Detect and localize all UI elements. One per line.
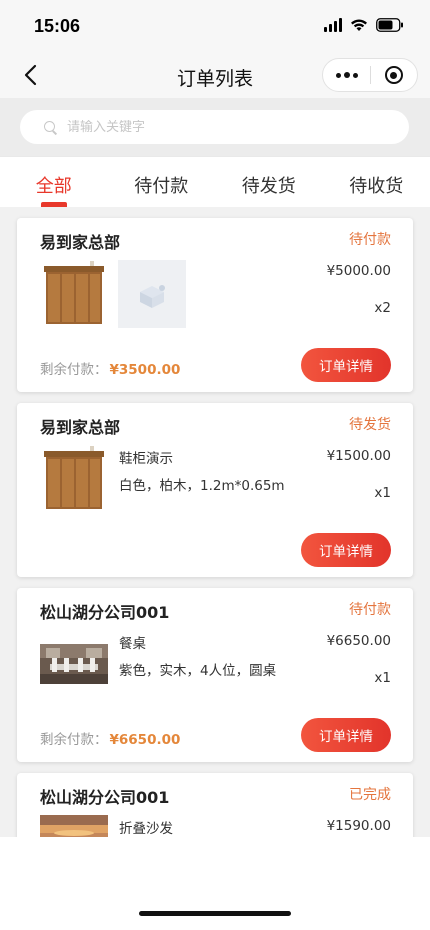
- search-bar: [0, 98, 430, 156]
- order-price: ¥6650.00: [326, 633, 391, 649]
- product-thumbnail[interactable]: [118, 260, 186, 328]
- order-card[interactable]: 松山湖分公司001 已完成 折叠沙发 ¥1590.00: [17, 773, 413, 837]
- tab-label: 待发货: [241, 176, 296, 197]
- order-card[interactable]: 松山湖分公司001 待付款 餐桌 紫色，实木，4人位，圆桌 ¥6650.00 x…: [17, 588, 413, 762]
- dot-icon: [335, 72, 341, 78]
- status-time: 15:06: [34, 16, 81, 36]
- bottom-safe-area: [0, 837, 430, 930]
- sunset-photo-image: [40, 815, 108, 837]
- product-name: 鞋柜演示: [119, 451, 173, 467]
- store-name: 易到家总部: [40, 233, 121, 252]
- order-detail-button[interactable]: 订单详情: [301, 348, 391, 382]
- close-mini-program-button[interactable]: [371, 59, 417, 91]
- dot-icon: [343, 72, 350, 78]
- placeholder-image: [118, 260, 186, 328]
- dining-room-image: [40, 644, 108, 684]
- tab-pending-payment[interactable]: 待付款: [108, 157, 216, 207]
- store-name: 松山湖分公司001: [40, 788, 170, 807]
- remaining-label: 剩余付款：: [40, 362, 108, 378]
- tab-label: 待付款: [134, 176, 189, 197]
- search-input[interactable]: [67, 119, 367, 135]
- store-name: 易到家总部: [40, 418, 121, 437]
- order-quantity: x2: [374, 300, 391, 316]
- signal-icon: [324, 18, 342, 32]
- order-status: 待付款: [349, 232, 391, 248]
- order-status: 待发货: [349, 417, 391, 433]
- product-spec: 白色，柏木，1.2m*0.65m: [119, 478, 285, 494]
- home-indicator[interactable]: [139, 911, 291, 916]
- order-price: ¥1590.00: [326, 818, 391, 834]
- order-status-tabs: 全部 待付款 待发货 待收货: [0, 156, 430, 207]
- order-card[interactable]: 易到家总部 待发货 鞋柜演示 白色，柏木，1.2m*0.65m ¥1500.00…: [17, 403, 413, 577]
- wifi-icon: [350, 18, 368, 32]
- navigation-bar: 订单列表: [0, 52, 430, 98]
- tab-label: 待收货: [349, 176, 404, 197]
- wooden-cabinet-image: [40, 260, 108, 328]
- battery-icon: [376, 18, 404, 32]
- remaining-payment: 剩余付款： ¥6650.00: [40, 728, 180, 748]
- order-list: 易到家总部 待付款 ¥5000.00 x2 剩余付款： ¥3500.00 订单详…: [0, 207, 430, 837]
- product-thumbnail[interactable]: [40, 644, 108, 684]
- order-detail-button[interactable]: 订单详情: [301, 533, 391, 567]
- remaining-label: 剩余付款：: [40, 732, 108, 748]
- tab-pending-receipt[interactable]: 待收货: [323, 157, 430, 207]
- product-thumbnail[interactable]: [40, 445, 108, 513]
- product-thumbnail[interactable]: [40, 815, 108, 837]
- store-name: 松山湖分公司001: [40, 603, 170, 622]
- order-card[interactable]: 易到家总部 待付款 ¥5000.00 x2 剩余付款： ¥3500.00 订单详…: [17, 218, 413, 392]
- product-spec: 紫色，实木，4人位，圆桌: [119, 663, 277, 679]
- remaining-amount: ¥6650.00: [109, 732, 181, 748]
- order-quantity: x1: [374, 670, 391, 686]
- status-icons: [324, 18, 404, 32]
- more-button[interactable]: [323, 59, 370, 91]
- order-quantity: x1: [374, 485, 391, 501]
- search-icon: [44, 120, 57, 134]
- tab-all[interactable]: 全部: [0, 157, 108, 207]
- product-name: 餐桌: [119, 636, 146, 652]
- dot-icon: [352, 72, 358, 78]
- order-price: ¥1500.00: [326, 448, 391, 464]
- tab-label: 全部: [35, 176, 72, 197]
- status-bar: 15:06: [0, 0, 430, 52]
- order-detail-button[interactable]: 订单详情: [301, 718, 391, 752]
- order-price: ¥5000.00: [326, 263, 391, 279]
- remaining-payment: 剩余付款： ¥3500.00: [40, 358, 180, 378]
- order-status: 已完成: [349, 787, 391, 803]
- mini-program-capsule: [322, 58, 418, 92]
- product-thumbnail[interactable]: [40, 260, 108, 328]
- product-name: 折叠沙发: [119, 821, 173, 837]
- target-icon: [384, 66, 403, 84]
- order-status: 待付款: [349, 602, 391, 618]
- tab-pending-shipment[interactable]: 待发货: [215, 157, 323, 207]
- remaining-amount: ¥3500.00: [109, 362, 181, 378]
- wooden-cabinet-image: [40, 445, 108, 513]
- search-box[interactable]: [20, 110, 409, 144]
